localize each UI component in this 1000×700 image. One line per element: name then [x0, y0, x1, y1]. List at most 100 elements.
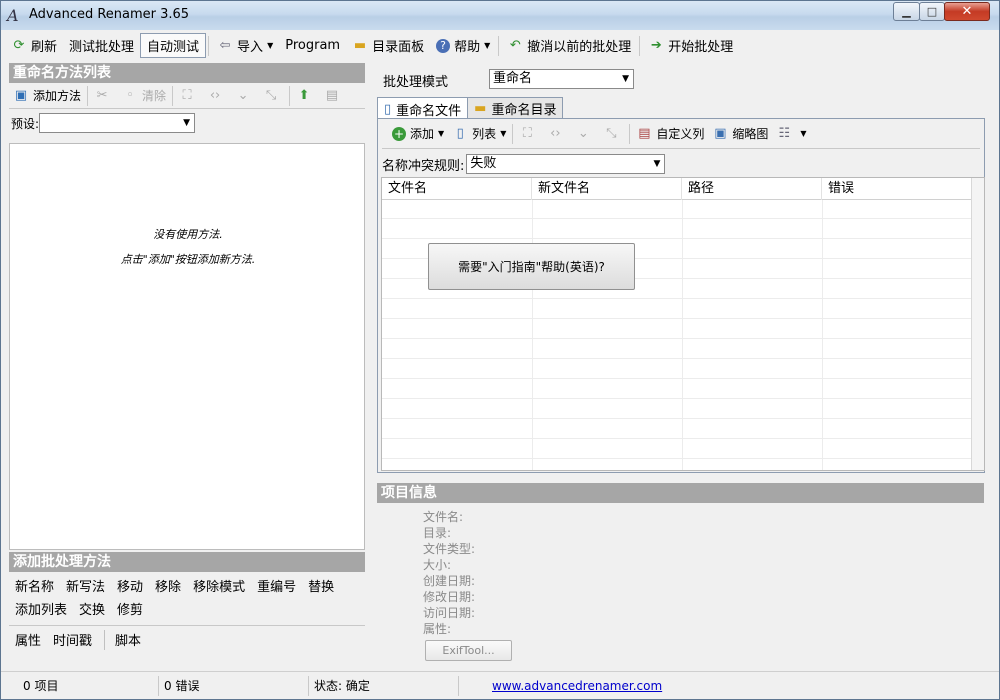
conflict-select[interactable]: 失败 ▼ [466, 154, 666, 174]
method-add[interactable]: 添加 [15, 599, 41, 622]
add-method-button[interactable]: ▣ 添加方法 [9, 83, 85, 108]
info-filename-label: 文件名: [423, 510, 464, 524]
expand-button[interactable]: ⛶ [515, 121, 543, 146]
expand-button[interactable]: ⛶ [175, 83, 203, 108]
method-trim[interactable]: 修剪 [117, 599, 143, 622]
chevron-down-icon: ▼ [800, 129, 807, 138]
website-link[interactable]: www.advancedrenamer.com [459, 679, 662, 693]
move-down-button[interactable]: ⌄ [571, 121, 599, 146]
method-links: 新名称 新写法 移动 移除 移除模式 重编号 替换 添加 列表 交换 修剪 [9, 572, 365, 622]
column-header-filename[interactable]: 文件名 [382, 178, 532, 200]
file-toolbar: + 添加 ▼ ▯ 列表 ▼ ⛶ ‹› ⌄ ⤡ ▤ 自定义列 ▣ 缩略图 ☷ ▼ [382, 119, 980, 149]
chevron-down-icon: ▼ [183, 118, 191, 128]
import-button[interactable]: ⇦ 导入 ▼ [211, 33, 279, 58]
collapse-icon: ⤡ [606, 125, 617, 141]
maximize-button[interactable]: □ [919, 2, 945, 21]
load-preset-button[interactable]: ⬆ [292, 83, 320, 108]
method-panel: 重命名方法列表 ▣ 添加方法 ✂ ◦ 清除 ⛶ ‹› ⌄ ⤡ ⬆ ▤ 预设: ▼… [9, 63, 365, 669]
columns-icon: ▤ [638, 125, 651, 141]
move-up-button[interactable]: ‹› [543, 121, 571, 146]
separator [104, 630, 106, 650]
thumbnails-button[interactable]: ▣ 缩略图 [708, 121, 772, 146]
column-header-new-filename[interactable]: 新文件名 [532, 178, 682, 200]
toolbar-separator [498, 35, 500, 56]
method-timestamp[interactable]: 时间戳 [53, 630, 92, 650]
test-batch-button[interactable]: 测试批处理 [63, 33, 140, 58]
method-renumber[interactable]: 重编号 [257, 576, 296, 599]
status-item-count: 0 项目 [1, 675, 159, 696]
method-list[interactable]: 列表 [41, 599, 67, 622]
main-toolbar: ⟳ 刷新 测试批处理 自动测试 ⇦ 导入 ▼ Program ▬ 目录面板 ? … [5, 32, 997, 59]
refresh-icon: ⟳ [13, 37, 25, 53]
method-new-name[interactable]: 新名称 [15, 576, 54, 599]
tab-rename-folders[interactable]: ▬ 重命名目录 [467, 97, 564, 119]
collapse-button[interactable]: ⤡ [259, 83, 287, 108]
grid-line [382, 298, 972, 299]
vertical-scrollbar[interactable] [971, 178, 984, 470]
method-toolbar: ▣ 添加方法 ✂ ◦ 清除 ⛶ ‹› ⌄ ⤡ ⬆ ▤ [9, 83, 365, 109]
window-title: Advanced Renamer 3.65 [29, 7, 190, 22]
collapse-icon: ⤡ [265, 87, 277, 103]
chevron-down-icon: ▼ [500, 129, 507, 138]
list-icon: ▯ [456, 125, 464, 141]
exiftool-button[interactable]: ExifTool... [425, 640, 512, 661]
info-filetype-label: 文件类型: [423, 542, 476, 556]
method-move[interactable]: 移动 [117, 576, 143, 599]
collapse-button[interactable]: ⤡ [599, 121, 627, 146]
directory-panel-button[interactable]: ▬ 目录面板 [346, 33, 430, 58]
auto-test-toggle[interactable]: 自动测试 [140, 33, 207, 58]
folder-icon: ▬ [474, 101, 487, 116]
item-info-header: 项目信息 [377, 483, 984, 503]
item-info-fields: 文件名: 目录: 文件类型: 大小: 创建日期: 修改日期: 访问日期: 属性: [423, 509, 475, 637]
chevron-down-icon: ⌄ [237, 87, 249, 103]
view-mode-button[interactable]: ☷ ▼ [772, 121, 810, 146]
chevron-down-icon: ▼ [622, 74, 629, 84]
method-remove[interactable]: 移除 [155, 576, 181, 599]
undo-batch-button[interactable]: ↶ 撤消以前的批处理 [501, 33, 637, 58]
help-button[interactable]: ? 帮助 ▼ [430, 33, 496, 58]
empty-hint: 点击"添加"按钮添加新方法. [120, 253, 256, 266]
expand-icon: ⛶ [182, 87, 192, 103]
method-replace[interactable]: 替换 [308, 576, 334, 599]
refresh-button[interactable]: ⟳ 刷新 [5, 33, 63, 58]
tab-rename-files[interactable]: ▯ 重命名文件 [377, 97, 469, 120]
column-header-error[interactable]: 错误 [822, 178, 972, 200]
method-attributes[interactable]: 属性 [15, 630, 41, 650]
grid-line [382, 378, 972, 379]
getting-started-help-button[interactable]: 需要"入门指南"帮助(英语)? [428, 243, 635, 290]
file-panel: + 添加 ▼ ▯ 列表 ▼ ⛶ ‹› ⌄ ⤡ ▤ 自定义列 ▣ 缩略图 ☷ ▼ … [377, 118, 985, 473]
close-button[interactable]: ✕ [944, 2, 990, 21]
add-batch-method-section: 添加批处理方法 新名称 新写法 移动 移除 移除模式 重编号 替换 添加 列表 … [9, 552, 365, 622]
help-icon: ? [436, 38, 451, 53]
item-info-section: 项目信息 [377, 483, 984, 503]
cut-button[interactable]: ✂ [90, 83, 118, 108]
column-header-path[interactable]: 路径 [682, 178, 822, 200]
custom-columns-button[interactable]: ▤ 自定义列 [632, 121, 708, 146]
batch-mode-select[interactable]: 重命名 ▼ [489, 69, 634, 89]
file-grid[interactable]: 文件名 新文件名 路径 错误 [381, 177, 985, 471]
method-new-case[interactable]: 新写法 [66, 576, 105, 599]
method-swap[interactable]: 交换 [79, 599, 105, 622]
import-icon: ⇦ [219, 37, 231, 53]
preset-select[interactable]: ▼ [39, 113, 196, 133]
clear-button[interactable]: ◦ 清除 [118, 83, 170, 108]
move-down-button[interactable]: ⌄ [231, 83, 259, 108]
method-remove-pattern[interactable]: 移除模式 [193, 576, 245, 599]
preset-row: 预设: ▼ [9, 109, 365, 137]
info-modified-label: 修改日期: [423, 590, 476, 604]
folder-icon: ▬ [353, 37, 367, 53]
list-button[interactable]: ▯ 列表 ▼ [448, 121, 510, 146]
add-files-button[interactable]: + 添加 ▼ [388, 121, 448, 146]
save-preset-button[interactable]: ▤ [320, 83, 348, 108]
start-batch-button[interactable]: ➔ 开始批处理 [642, 33, 739, 58]
title-bar[interactable]: A Advanced Renamer 3.65 ▁ □ ✕ [1, 1, 999, 30]
move-up-button[interactable]: ‹› [203, 83, 231, 108]
method-script[interactable]: 脚本 [115, 630, 141, 650]
program-button[interactable]: Program [279, 33, 346, 58]
method-list[interactable]: 没有使用方法. 点击"添加"按钮添加新方法. [9, 143, 365, 550]
status-error-count: 0 错误 [159, 675, 309, 696]
undo-icon: ↶ [509, 37, 521, 53]
tab-bar: ▯ 重命名文件 ▬ 重命名目录 [377, 97, 564, 120]
minimize-button[interactable]: ▁ [893, 2, 920, 21]
toolbar-separator [87, 85, 89, 106]
